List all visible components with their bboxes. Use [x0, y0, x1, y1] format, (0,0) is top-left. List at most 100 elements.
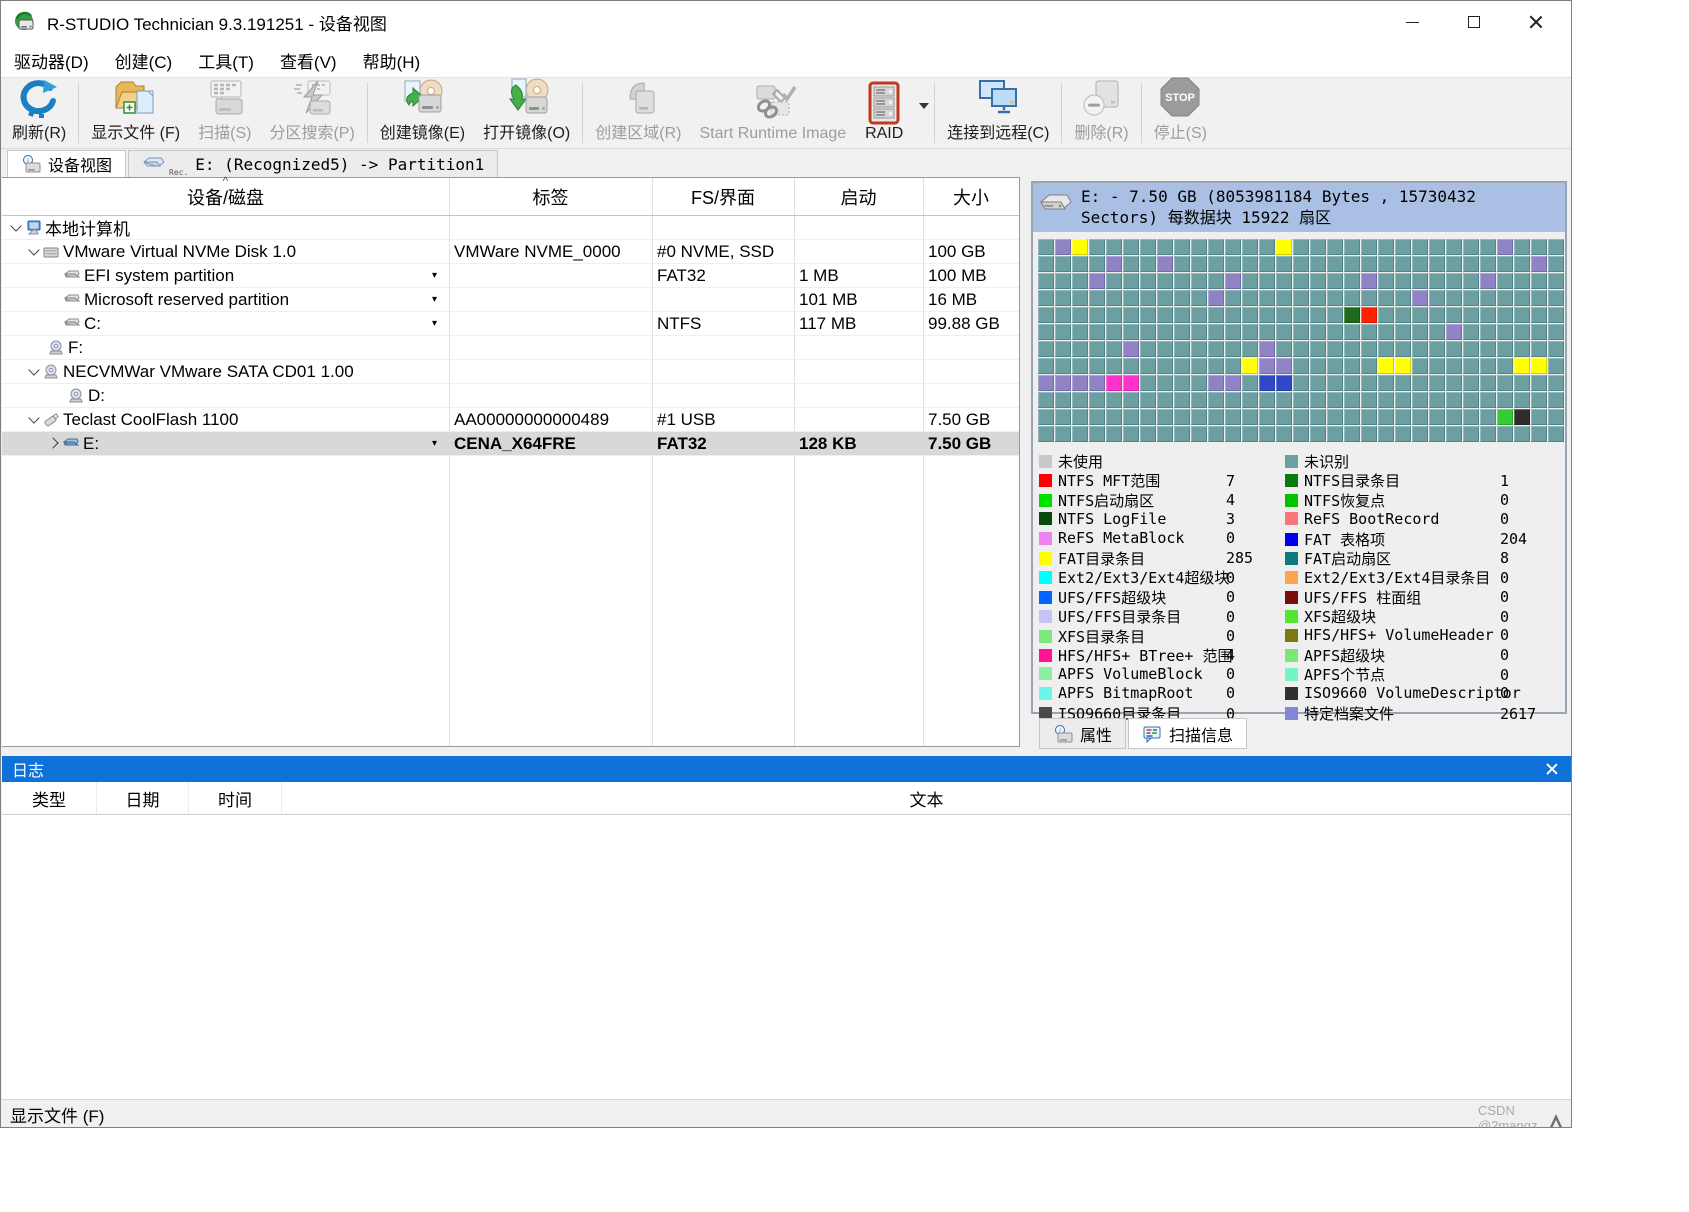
map-block	[1259, 358, 1275, 374]
map-block	[1140, 256, 1156, 272]
maximize-button[interactable]	[1443, 1, 1505, 43]
legend-item: APFS超级块0	[1285, 645, 1571, 664]
open-image-button[interactable]: 打开镜像(O)	[474, 78, 579, 148]
map-block	[1412, 256, 1428, 272]
map-block	[1089, 290, 1105, 306]
legend-item: UFS/FFS 柱面组0	[1285, 587, 1571, 606]
map-block	[1089, 239, 1105, 255]
log-column-text[interactable]: 文本	[282, 782, 1571, 814]
column-header-label[interactable]: 标签	[449, 178, 652, 215]
create-image-button[interactable]: 创建镜像(E)	[371, 78, 474, 148]
map-block	[1395, 426, 1411, 442]
tree-row-teclast-usb[interactable]: Teclast CoolFlash 1100 AA00000000000489 …	[2, 408, 1019, 432]
refresh-button[interactable]: 刷新(R)	[3, 78, 75, 148]
column-header-start[interactable]: 启动	[794, 178, 923, 215]
expand-chevron[interactable]	[8, 219, 25, 236]
legend-item: UFS/FFS目录条目0	[1039, 606, 1285, 625]
connect-remote-button[interactable]: 连接到远程(C)	[938, 78, 1058, 148]
map-block	[1344, 290, 1360, 306]
tree-row-f-drive[interactable]: F:	[2, 336, 1019, 360]
map-block	[1106, 375, 1122, 391]
raid-dropdown-arrow[interactable]	[919, 103, 929, 109]
minimize-button[interactable]	[1381, 1, 1443, 43]
map-block	[1293, 392, 1309, 408]
tree-row-msr-partition[interactable]: Microsoft reserved partition 101 MB 16 M…	[2, 288, 1019, 312]
map-block	[1174, 256, 1190, 272]
tree-row-local-computer[interactable]: 本地计算机	[2, 216, 1019, 240]
map-block	[1531, 392, 1547, 408]
menu-tools[interactable]: 工具(T)	[185, 45, 267, 76]
map-block	[1191, 409, 1207, 425]
tree-row-e-drive[interactable]: E: CENA_X64FRE FAT32 128 KB 7.50 GB	[2, 432, 1019, 456]
map-block	[1480, 358, 1496, 374]
map-block	[1140, 375, 1156, 391]
scan-button[interactable]: 扫描(S)	[189, 78, 260, 148]
map-block	[1497, 307, 1513, 323]
start-runtime-image-button[interactable]: Start Runtime Image	[690, 78, 855, 148]
map-block	[1072, 307, 1088, 323]
map-block	[1378, 375, 1394, 391]
partition-dropdown[interactable]	[432, 438, 444, 449]
delete-button[interactable]: 删除(R)	[1065, 78, 1137, 148]
map-block	[1531, 239, 1547, 255]
create-region-button[interactable]: 创建区域(R)	[586, 78, 690, 148]
legend-swatch	[1039, 532, 1052, 545]
log-close-icon[interactable]	[1543, 760, 1561, 778]
tab-properties[interactable]: i 属性	[1039, 718, 1126, 749]
menu-drives[interactable]: 驱动器(D)	[1, 45, 102, 76]
partition-dropdown[interactable]	[432, 294, 444, 305]
tree-row-vmware-nvme-disk[interactable]: VMware Virtual NVMe Disk 1.0 VMWare NVME…	[2, 240, 1019, 264]
tree-row-c-drive[interactable]: C: NTFS 117 MB 99.88 GB	[2, 312, 1019, 336]
legend-label: ReFS MetaBlock	[1058, 529, 1226, 547]
stop-button[interactable]: STOP 停止(S)	[1145, 78, 1216, 148]
log-column-type[interactable]: 类型	[2, 782, 97, 814]
map-block	[1259, 324, 1275, 340]
map-block	[1123, 290, 1139, 306]
legend-swatch	[1285, 591, 1298, 604]
legend-swatch	[1285, 494, 1298, 507]
legend-item: XFS超级块0	[1285, 606, 1571, 625]
tree-row-d-drive[interactable]: D:	[2, 384, 1019, 408]
log-column-date[interactable]: 日期	[97, 782, 189, 814]
expand-chevron[interactable]	[26, 363, 43, 380]
partition-search-button[interactable]: 分区搜索(P)	[260, 78, 363, 148]
log-column-time[interactable]: 时间	[189, 782, 282, 814]
expand-chevron[interactable]	[26, 243, 43, 260]
expand-chevron[interactable]	[26, 411, 43, 428]
map-block	[1225, 409, 1241, 425]
map-block	[1123, 409, 1139, 425]
legend-label: ReFS BootRecord	[1304, 510, 1500, 528]
delete-icon	[1080, 77, 1124, 119]
expand-chevron[interactable]	[46, 435, 63, 452]
tab-scan-info[interactable]: 扫描信息	[1128, 718, 1247, 749]
partition-dropdown[interactable]	[432, 318, 444, 329]
show-files-button[interactable]: 显示文件 (F)	[82, 78, 189, 148]
legend-label: Ext2/Ext3/Ext4目录条目	[1304, 567, 1500, 588]
map-block	[1276, 375, 1292, 391]
scan-info-icon	[1142, 725, 1162, 743]
map-block	[1446, 290, 1462, 306]
menu-view[interactable]: 查看(V)	[267, 45, 350, 76]
partition-dropdown[interactable]	[432, 270, 444, 281]
map-block	[1072, 392, 1088, 408]
legend-item: 特定档案文件2617	[1285, 703, 1571, 722]
column-header-device[interactable]: 设备/磁盘	[2, 178, 449, 215]
tab-recognized-partition[interactable]: Rec. E: (Recognized5) -> Partition1	[128, 150, 498, 177]
legend-label: NTFS目录条目	[1304, 470, 1500, 491]
close-button[interactable]	[1505, 1, 1567, 43]
map-block	[1259, 307, 1275, 323]
scan-legend: 未使用NTFS MFT范围7NTFS启动扇区4NTFS LogFile3ReFS…	[1033, 445, 1565, 722]
tab-device-view[interactable]: i 设备视图	[7, 150, 126, 177]
legend-label: APFS超级块	[1304, 645, 1500, 666]
tree-row-efi-partition[interactable]: EFI system partition FAT32 1 MB 100 MB	[2, 264, 1019, 288]
column-header-size[interactable]: 大小	[923, 178, 1019, 215]
menu-help[interactable]: 帮助(H)	[350, 45, 434, 76]
raid-button[interactable]: RAID	[855, 78, 913, 148]
menu-create[interactable]: 创建(C)	[102, 45, 186, 76]
map-block	[1463, 324, 1479, 340]
cd-icon	[68, 388, 86, 404]
map-block	[1140, 426, 1156, 442]
column-header-fs[interactable]: FS/界面	[652, 178, 794, 215]
map-block	[1412, 290, 1428, 306]
tree-row-necvmwar-cd[interactable]: NECVMWar VMware SATA CD01 1.00	[2, 360, 1019, 384]
